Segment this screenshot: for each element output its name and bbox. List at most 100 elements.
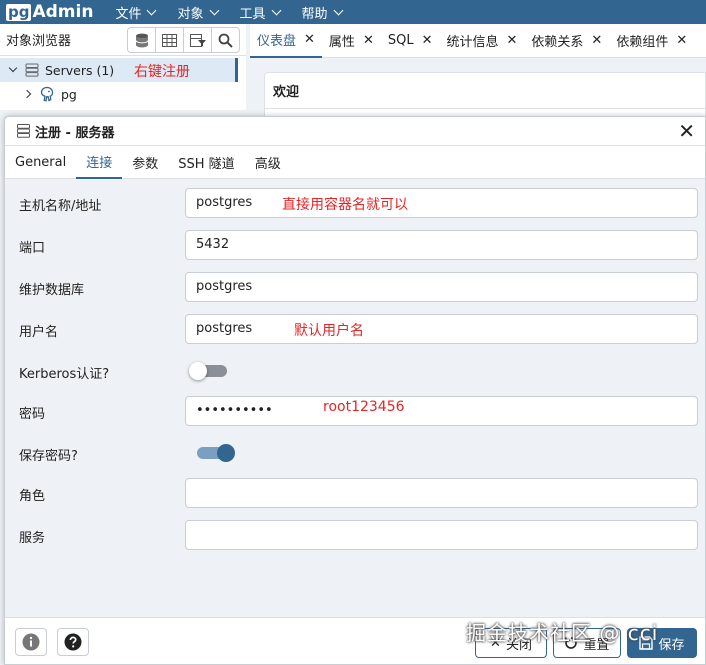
username-label: 用户名 (19, 325, 59, 340)
logo-pg: pg (6, 2, 32, 21)
menu-file[interactable]: 文件 (115, 3, 157, 22)
close-icon[interactable]: ✕ (678, 121, 695, 141)
tab-general[interactable]: General (5, 146, 76, 179)
dialog-title: 注册 - 服务器 (35, 125, 115, 141)
tree-item-label: pg (61, 86, 77, 102)
close-icon[interactable]: ✕ (676, 33, 687, 48)
register-server-dialog: 注册 - 服务器 ✕ General 连接 参数 SSH 隧道 高级 主机名称/… (4, 116, 706, 665)
close-icon[interactable]: ✕ (591, 33, 602, 48)
save-password-label: 保存密码? (19, 449, 78, 464)
tab-dependencies[interactable]: 依赖关系 ✕ (524, 24, 609, 58)
close-icon[interactable]: ✕ (422, 33, 433, 48)
tab-properties[interactable]: 属性 ✕ (322, 24, 381, 58)
database-icon (135, 33, 148, 47)
port-label: 端口 (19, 241, 46, 256)
server-icon (17, 124, 30, 138)
field-row-port: 端口 5432 (5, 230, 705, 260)
field-row-password: 密码 •••••••••• root123456 (5, 396, 705, 426)
object-browser-title: 对象浏览器 (6, 34, 72, 49)
tree-item-servers[interactable]: Servers (1) (0, 58, 238, 82)
annotation-password: root123456 (323, 399, 405, 415)
menu-tools-label: 工具 (239, 6, 266, 22)
toggle-knob (189, 362, 207, 380)
tab-dashboard[interactable]: 仪表盘 ✕ (250, 24, 322, 58)
filter-table-icon (189, 33, 206, 47)
chevron-down-icon (333, 5, 343, 15)
table-icon (162, 33, 177, 47)
menu-tools[interactable]: 工具 (239, 3, 281, 22)
field-row-maintenance-db: 维护数据库 postgres (5, 272, 705, 302)
menubar: pg Admin 文件 对象 工具 帮助 (0, 0, 706, 24)
service-label: 服务 (19, 531, 46, 546)
server-group-icon (25, 63, 39, 77)
help-button[interactable] (57, 628, 89, 656)
view-data-button[interactable] (155, 27, 184, 53)
field-row-save-password: 保存密码? (5, 438, 705, 468)
chevron-down-icon (271, 5, 281, 15)
menu-object-label: 对象 (177, 6, 204, 22)
tab-label: SQL (387, 33, 414, 48)
field-row-role: 角色 (5, 478, 705, 508)
kerberos-label: Kerberos认证? (19, 367, 110, 382)
tab-label: 依赖组件 (616, 35, 669, 50)
object-tree: Servers (1) 右键注册 pg (0, 56, 246, 110)
filtered-rows-button[interactable] (183, 27, 212, 53)
annotation-right-click: 右键注册 (134, 64, 190, 80)
tree-item-pg[interactable]: pg (0, 82, 238, 106)
chevron-down-icon (147, 5, 157, 15)
password-label: 密码 (19, 407, 46, 422)
tree-item-label: Servers (1) (45, 62, 115, 78)
username-input[interactable]: postgres (185, 314, 698, 344)
service-input[interactable] (185, 520, 698, 550)
menu-help[interactable]: 帮助 (301, 3, 343, 22)
save-password-toggle[interactable] (197, 444, 235, 462)
password-input[interactable]: •••••••••• (185, 396, 698, 426)
dialog-tabs: General 连接 参数 SSH 隧道 高级 (5, 146, 705, 179)
tab-dependents[interactable]: 依赖组件 ✕ (609, 24, 694, 58)
tab-label: 属性 (328, 35, 355, 50)
chevron-right-icon (22, 89, 32, 99)
port-input[interactable]: 5432 (185, 230, 698, 260)
tab-label: 依赖关系 (531, 35, 584, 50)
menu-help-label: 帮助 (301, 6, 328, 22)
chevron-down-icon (8, 63, 18, 73)
tab-ssh-tunnel[interactable]: SSH 隧道 (168, 146, 244, 179)
pgadmin-logo: pg Admin (6, 0, 93, 24)
host-label: 主机名称/地址 (19, 199, 102, 214)
info-button[interactable] (15, 628, 47, 656)
query-tool-button[interactable] (127, 27, 156, 53)
tab-parameters[interactable]: 参数 (122, 146, 168, 179)
menu-file-label: 文件 (115, 6, 142, 22)
info-icon (22, 633, 40, 651)
search-objects-button[interactable] (211, 27, 240, 53)
tab-advanced[interactable]: 高级 (245, 146, 291, 179)
logo-admin: Admin (32, 2, 94, 22)
chevron-down-icon (209, 5, 219, 15)
menu-object[interactable]: 对象 (177, 3, 219, 22)
tab-label: 统计信息 (446, 35, 499, 50)
tab-sql[interactable]: SQL ✕ (381, 24, 440, 58)
dialog-header: 注册 - 服务器 ✕ (5, 117, 705, 146)
role-input[interactable] (185, 478, 698, 508)
tab-statistics[interactable]: 统计信息 ✕ (439, 24, 524, 58)
close-icon[interactable]: ✕ (363, 33, 374, 48)
close-icon[interactable]: ✕ (507, 33, 518, 48)
annotation-host: 直接用容器名就可以 (282, 197, 408, 213)
host-input[interactable]: postgres (185, 188, 698, 218)
watermark: 掘金技术社区 @ cci (466, 621, 659, 645)
tab-connection[interactable]: 连接 (76, 146, 123, 179)
close-icon[interactable]: ✕ (304, 32, 315, 47)
field-row-kerberos: Kerberos认证? (5, 356, 705, 386)
maintenance-db-label: 维护数据库 (19, 283, 85, 298)
role-label: 角色 (19, 489, 46, 504)
field-row-service: 服务 (5, 520, 705, 550)
browser-toolbar (127, 27, 240, 53)
kerberos-toggle[interactable] (189, 362, 227, 380)
annotation-username: 默认用户名 (294, 323, 364, 339)
field-row-host: 主机名称/地址 postgres 直接用容器名就可以 (5, 188, 705, 218)
search-icon (218, 33, 233, 48)
object-browser-header: 对象浏览器 (0, 24, 246, 56)
tab-label: 仪表盘 (257, 34, 297, 49)
maintenance-db-input[interactable]: postgres (185, 272, 698, 302)
toggle-knob (217, 444, 235, 462)
